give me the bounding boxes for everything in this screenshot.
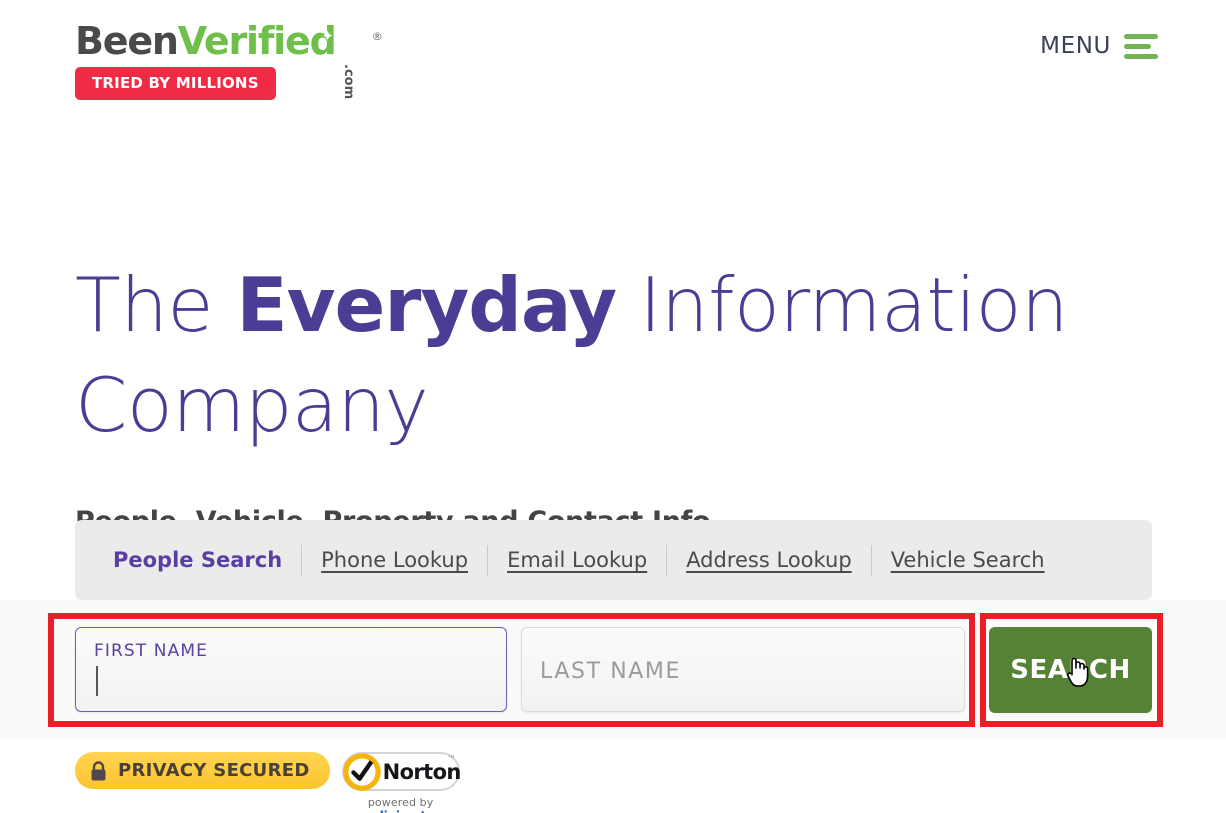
logo-text-verified: Verified ✦ — [177, 19, 337, 63]
privacy-secured-label: PRIVACY SECURED — [118, 760, 310, 781]
search-tabs-panel: People Search Phone Lookup Email Lookup … — [75, 520, 1152, 617]
hamburger-menu-icon[interactable] — [1124, 33, 1158, 59]
page-root: BeenVerified ✦ .com ® TRIED BY MILLIONS MEN… — [0, 0, 1226, 813]
norton-powered-by: powered by digicert — [342, 796, 460, 813]
logo-text-been: Been — [75, 19, 179, 63]
privacy-secured-badge: PRIVACY SECURED — [75, 752, 330, 789]
headline-part-1: The — [75, 261, 237, 350]
norton-wordmark: Norton — [382, 759, 462, 784]
brand-logo-block[interactable]: BeenVerified ✦ .com ® TRIED BY MILLIONS — [75, 19, 383, 100]
search-tabs-row: People Search Phone Lookup Email Lookup … — [75, 520, 1152, 600]
tab-address-lookup[interactable]: Address Lookup — [667, 548, 871, 572]
digicert-text: digicert — [375, 809, 426, 813]
logo-text-com: .com — [340, 64, 356, 100]
registered-mark: ® — [371, 30, 383, 44]
tab-phone-lookup[interactable]: Phone Lookup — [302, 548, 487, 572]
norton-trademark: ™ — [447, 755, 455, 762]
tab-people-search[interactable]: People Search — [94, 548, 301, 572]
last-name-placeholder: LAST NAME — [540, 659, 681, 684]
menu-label: MENU — [1040, 33, 1111, 59]
norton-checkmark-icon — [342, 752, 381, 791]
tab-email-lookup[interactable]: Email Lookup — [488, 548, 666, 572]
tried-by-millions-badge: TRIED BY MILLIONS — [75, 67, 276, 100]
star-icon: ✦ — [321, 27, 334, 45]
powered-by-text: powered by — [367, 796, 434, 809]
last-name-input[interactable]: LAST NAME — [521, 627, 965, 712]
norton-badge-body: Norton ™ — [341, 752, 462, 791]
trust-badges: PRIVACY SECURED Norton ™ powered by digi… — [75, 752, 462, 813]
first-name-label: FIRST NAME — [94, 641, 208, 661]
tab-vehicle-search[interactable]: Vehicle Search — [872, 548, 1064, 572]
headline-emphasis: Everyday — [236, 261, 617, 350]
hero-section: The Everyday Information Company People,… — [75, 205, 1075, 536]
lock-icon — [91, 760, 106, 780]
menu-button[interactable]: MENU — [1040, 33, 1158, 59]
search-button[interactable]: SEARCH — [989, 627, 1152, 713]
site-header: BeenVerified ✦ .com ® TRIED BY MILLIONS MEN… — [0, 0, 1226, 120]
beenverified-logo[interactable]: BeenVerified ✦ .com ® — [75, 19, 383, 99]
first-name-input[interactable]: FIRST NAME — [75, 627, 507, 712]
text-caret — [96, 666, 98, 696]
norton-badge: Norton ™ powered by digicert — [341, 752, 462, 813]
page-title: The Everyday Information Company — [75, 255, 1075, 455]
